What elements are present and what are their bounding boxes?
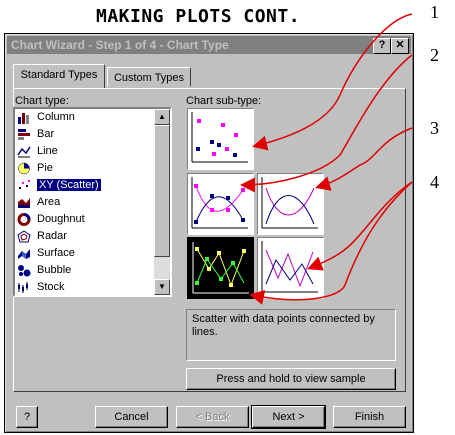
stock-chart-icon xyxy=(18,281,28,293)
chart-type-list[interactable]: Column Bar Line Pie XY (Scatter) Area Do… xyxy=(13,107,172,297)
subtype-scatter-smooth-markers[interactable] xyxy=(187,173,254,235)
dialog-title: Chart Wizard - Step 1 of 4 - Chart Type xyxy=(11,38,229,52)
chart-type-bar[interactable]: Bar xyxy=(17,126,157,143)
subtype-scatter-lines-markers[interactable] xyxy=(187,237,254,299)
finish-button[interactable]: Finish xyxy=(333,406,406,428)
subtype-description: Scatter with data points connected by li… xyxy=(186,309,396,361)
chart-type-bubble[interactable]: Bubble xyxy=(17,262,157,279)
cancel-button[interactable]: Cancel xyxy=(95,406,168,428)
column-chart-icon xyxy=(18,112,29,124)
tab-custom-types[interactable]: Custom Types xyxy=(107,67,191,87)
straight-lines-preview xyxy=(261,241,318,293)
annotation-number-1: 1 xyxy=(430,2,439,22)
pie-chart-icon xyxy=(18,162,30,174)
bubble-chart-icon xyxy=(18,264,31,277)
title-help-button[interactable]: ? xyxy=(373,38,391,54)
chart-type-surface[interactable]: Surface xyxy=(17,245,157,262)
page-heading: MAKING PLOTS CONT. xyxy=(96,6,301,27)
chart-type-doughnut[interactable]: Doughnut xyxy=(17,211,157,228)
dialog-titlebar: Chart Wizard - Step 1 of 4 - Chart Type … xyxy=(7,36,411,54)
subtype-scatter-lines[interactable] xyxy=(257,237,324,299)
annotation-number-4: 4 xyxy=(430,172,439,192)
chart-type-area[interactable]: Area xyxy=(17,194,157,211)
tab-standard-types[interactable]: Standard Types xyxy=(13,64,105,88)
chart-type-stock[interactable]: Stock xyxy=(17,279,157,295)
chart-type-line[interactable]: Line xyxy=(17,143,157,160)
chart-type-label: Chart type: xyxy=(15,95,69,107)
bar-chart-icon xyxy=(18,128,30,140)
annotation-number-3: 3 xyxy=(430,118,439,138)
line-chart-icon xyxy=(17,146,31,158)
subtype-label: Chart sub-type: xyxy=(186,95,262,107)
chart-type-column[interactable]: Column xyxy=(17,109,157,126)
help-button[interactable]: ? xyxy=(16,406,38,428)
doughnut-chart-icon xyxy=(17,212,31,226)
scroll-down-arrow-icon[interactable]: ▼ xyxy=(154,279,170,295)
surface-chart-icon xyxy=(18,248,30,259)
chart-type-scrollbar[interactable]: ▲ ▼ xyxy=(154,109,170,295)
scatter-points-preview xyxy=(191,112,248,163)
area-chart-icon xyxy=(18,197,30,208)
chart-type-radar[interactable]: Radar xyxy=(17,228,157,245)
lines-markers-preview xyxy=(192,242,249,294)
back-button[interactable]: < Back xyxy=(176,406,249,428)
subtype-scatter-points[interactable] xyxy=(187,108,254,170)
scatter-chart-icon xyxy=(19,179,30,189)
smooth-markers-preview xyxy=(191,177,248,229)
press-hold-sample-button[interactable]: Press and hold to view sample xyxy=(186,368,396,390)
subtype-scatter-smooth[interactable] xyxy=(257,173,324,235)
annotation-number-2: 2 xyxy=(430,45,439,65)
radar-chart-icon xyxy=(17,229,31,243)
chart-type-pie[interactable]: Pie xyxy=(17,160,157,177)
title-close-button[interactable]: ✕ xyxy=(391,38,409,54)
smooth-lines-preview xyxy=(261,177,318,229)
chart-type-xy-scatter[interactable]: XY (Scatter) xyxy=(17,177,157,194)
next-button[interactable]: Next > xyxy=(251,405,326,429)
scroll-up-arrow-icon[interactable]: ▲ xyxy=(154,109,170,125)
scroll-thumb[interactable] xyxy=(154,125,170,257)
